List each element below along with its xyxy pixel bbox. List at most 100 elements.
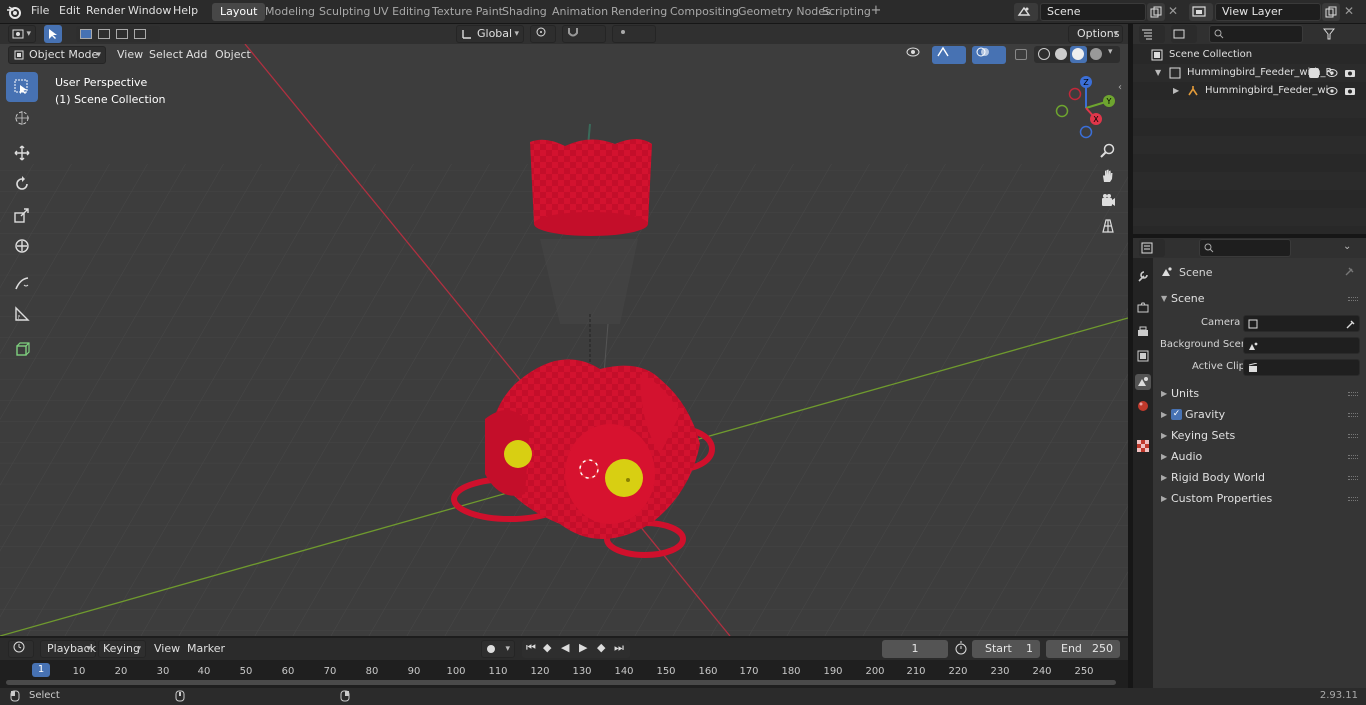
panel-units[interactable]: ▶ Units xyxy=(1157,384,1362,404)
display-mode-button[interactable] xyxy=(1171,25,1197,43)
close-icon[interactable]: ✕ xyxy=(1344,4,1354,18)
ortho-toggle-button[interactable] xyxy=(1098,216,1118,236)
end-frame-field[interactable]: End 250 xyxy=(1046,640,1120,658)
camera-field[interactable] xyxy=(1243,315,1360,332)
transform-orientation-dropdown[interactable]: Global ▾ xyxy=(456,25,524,43)
timeline-menu-marker[interactable]: Marker xyxy=(182,640,230,658)
options-dropdown[interactable]: Options ▾ xyxy=(1068,25,1123,43)
preview-range-button[interactable] xyxy=(954,641,968,655)
new-view-layer-button[interactable] xyxy=(1322,3,1340,21)
tab-tool[interactable] xyxy=(1135,268,1151,284)
snap-toggle[interactable] xyxy=(562,25,606,43)
view-layer-selector-button[interactable] xyxy=(1189,3,1213,21)
pivot-point-dropdown[interactable] xyxy=(530,25,556,43)
eye-icon[interactable] xyxy=(1326,86,1338,96)
jump-end-icon[interactable]: ⏭ xyxy=(614,641,624,655)
menu-object[interactable]: Object xyxy=(210,46,256,64)
menu-file[interactable]: File xyxy=(31,4,49,17)
camera-render-icon[interactable] xyxy=(1344,68,1356,78)
panel-gravity[interactable]: ▶ ✓ Gravity xyxy=(1157,405,1362,425)
scene-selector-button[interactable] xyxy=(1014,3,1038,21)
jump-start-icon[interactable]: ⏮ xyxy=(526,641,536,655)
tab-output[interactable] xyxy=(1135,324,1151,340)
pan-view-button[interactable] xyxy=(1098,166,1118,186)
panel-rigid-body-world[interactable]: ▶ Rigid Body World xyxy=(1157,468,1362,488)
panel-custom-properties[interactable]: ▶ Custom Properties xyxy=(1157,489,1362,509)
visibility-dropdown[interactable] xyxy=(902,46,930,64)
panel-audio[interactable]: ▶ Audio xyxy=(1157,447,1362,467)
expand-arrow-icon[interactable]: ▼ xyxy=(1155,64,1161,82)
playback-dropdown[interactable]: Playback ▾ xyxy=(40,640,96,658)
tool-add-cube[interactable] xyxy=(6,334,38,364)
current-frame-field[interactable]: 1 xyxy=(882,640,948,658)
outliner-row-scene-collection[interactable]: Scene Collection xyxy=(1133,46,1366,64)
tool-scale[interactable] xyxy=(6,200,38,230)
play-reverse-icon[interactable]: ◀ xyxy=(561,641,569,654)
menu-window[interactable]: Window xyxy=(128,4,171,17)
menu-render[interactable]: Render xyxy=(86,4,125,17)
navigation-gizmo[interactable]: Z Y X xyxy=(1052,74,1122,144)
pin-icon[interactable] xyxy=(1343,266,1355,278)
timeline-editor-type-button[interactable] xyxy=(8,640,34,658)
gizmo-toggle[interactable] xyxy=(932,46,966,64)
scene-name-field[interactable]: Scene xyxy=(1040,3,1146,21)
shading-modes-group[interactable]: ▾ xyxy=(1034,46,1120,63)
viewport-canvas[interactable] xyxy=(0,24,1128,636)
tool-annotate[interactable] xyxy=(6,268,38,298)
chevron-down-icon[interactable]: ⌄ xyxy=(1343,241,1351,252)
tab-scene[interactable] xyxy=(1135,374,1151,390)
start-frame-field[interactable]: Start 1 xyxy=(972,640,1040,658)
tool-measure[interactable] xyxy=(6,299,38,329)
shading-dropdown-arrow-icon[interactable]: ▾ xyxy=(1108,47,1113,57)
add-workspace-button[interactable]: + xyxy=(869,4,883,18)
wireframe-shading-icon[interactable] xyxy=(1038,48,1050,60)
eye-icon[interactable] xyxy=(1326,68,1338,78)
outliner-row-collection[interactable]: ▼ Hummingbird_Feeder_with_R xyxy=(1133,64,1366,82)
select-box-button[interactable] xyxy=(44,25,62,43)
tab-world[interactable] xyxy=(1135,398,1151,414)
timeline-scrollbar[interactable] xyxy=(6,680,1116,685)
camera-view-button[interactable] xyxy=(1098,191,1118,211)
view-layer-field[interactable]: View Layer xyxy=(1215,3,1321,21)
frame-cursor[interactable]: 1 xyxy=(32,663,50,677)
camera-render-icon[interactable] xyxy=(1344,86,1356,96)
tab-texture[interactable] xyxy=(1135,438,1151,454)
solid-shading-icon[interactable] xyxy=(1055,48,1067,60)
tool-rotate[interactable] xyxy=(6,169,38,199)
menu-edit[interactable]: Edit xyxy=(59,4,80,17)
proportional-editing-toggle[interactable] xyxy=(612,25,656,43)
prev-keyframe-icon[interactable]: ◆ xyxy=(543,641,551,654)
tool-move[interactable] xyxy=(6,138,38,168)
outliner-row-object[interactable]: ▶ Hummingbird_Feeder_wi xyxy=(1133,82,1366,100)
background-scene-field[interactable] xyxy=(1243,337,1360,354)
selection-mode-group[interactable] xyxy=(76,26,160,42)
xray-toggle-icon[interactable] xyxy=(1015,49,1027,60)
rendered-shading-icon[interactable] xyxy=(1090,48,1102,60)
tool-cursor[interactable] xyxy=(6,103,38,133)
mode-subtract-icon[interactable] xyxy=(116,29,128,39)
outliner-editor-type-button[interactable] xyxy=(1139,25,1165,43)
timeline-scrubber[interactable]: 1 10 20 30 40 50 60 70 80 90 100 110 120… xyxy=(0,660,1128,688)
editor-type-button[interactable]: ▾ xyxy=(8,25,36,43)
mode-extend-icon[interactable] xyxy=(98,29,110,39)
record-toggle[interactable]: ▾ xyxy=(481,640,515,658)
exclude-checkbox-icon[interactable] xyxy=(1309,68,1319,78)
active-clip-field[interactable] xyxy=(1243,359,1360,376)
panel-scene-header[interactable]: ▼ Scene xyxy=(1157,289,1362,309)
timeline-menu-view[interactable]: View xyxy=(149,640,185,658)
close-icon[interactable]: ✕ xyxy=(1168,4,1178,18)
properties-search-input[interactable] xyxy=(1199,239,1291,257)
eyedropper-icon[interactable] xyxy=(1346,319,1356,329)
material-shading-icon[interactable] xyxy=(1070,46,1087,63)
keying-dropdown[interactable]: Keying ▾ xyxy=(98,640,146,658)
filter-button[interactable] xyxy=(1319,25,1345,43)
3d-viewport[interactable]: ▾ Global ▾ Options ▾ Object Mode ▾ View … xyxy=(0,24,1128,636)
outliner-search-input[interactable] xyxy=(1209,25,1303,43)
expand-arrow-icon[interactable]: ▶ xyxy=(1173,82,1179,100)
tool-transform[interactable] xyxy=(6,231,38,261)
properties-editor-type-button[interactable] xyxy=(1139,239,1165,257)
overlays-toggle[interactable] xyxy=(972,46,1006,64)
menu-help[interactable]: Help xyxy=(173,4,198,17)
next-keyframe-icon[interactable]: ◆ xyxy=(597,641,605,654)
mode-new-icon[interactable] xyxy=(80,29,92,39)
